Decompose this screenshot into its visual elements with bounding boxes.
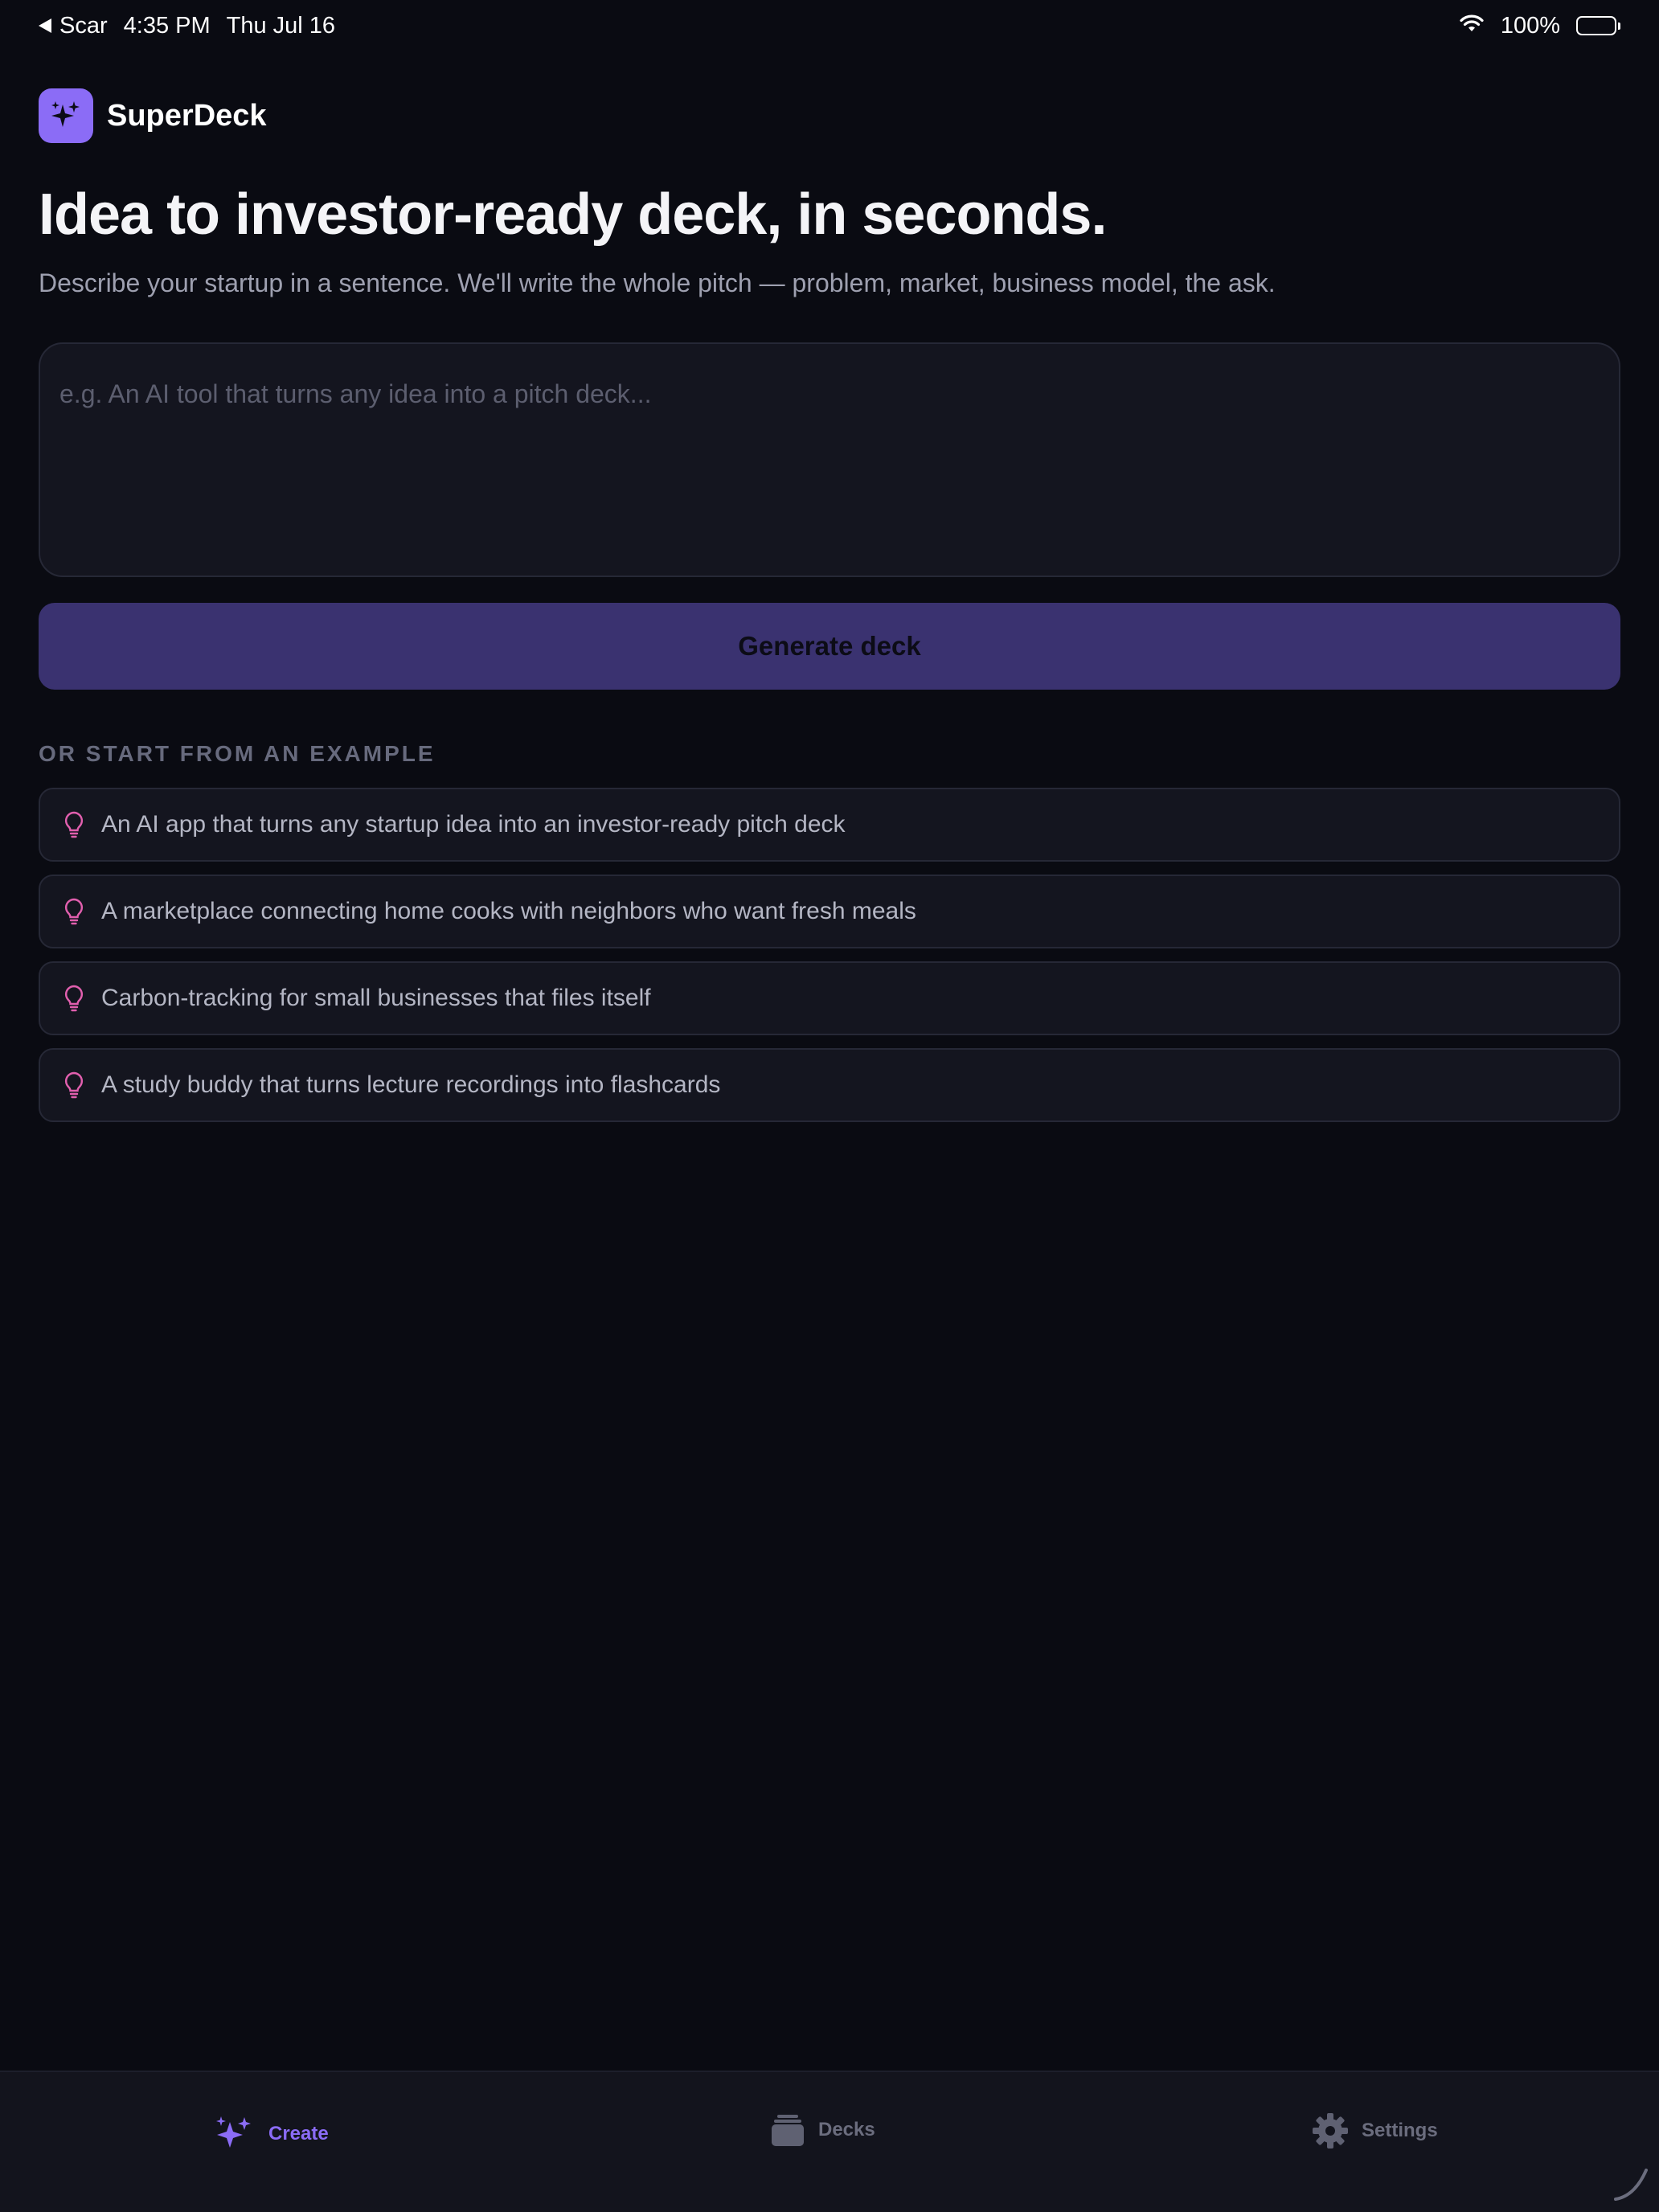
example-label: A study buddy that turns lecture recordi… [101, 1071, 721, 1098]
lightbulb-icon [63, 810, 85, 839]
example-item[interactable]: Carbon-tracking for small businesses tha… [39, 961, 1620, 1035]
tab-create[interactable]: Create [212, 2112, 329, 2156]
status-left: Scar 4:35 PM Thu Jul 16 [39, 13, 335, 39]
example-item[interactable]: A study buddy that turns lecture recordi… [39, 1048, 1620, 1122]
status-time: 4:35 PM [123, 12, 211, 39]
example-item[interactable]: An AI app that turns any startup idea in… [39, 788, 1620, 862]
page-subtitle: Describe your startup in a sentence. We'… [39, 268, 1276, 297]
page-title: Idea to investor-ready deck, in seconds. [39, 182, 1107, 247]
tab-decks[interactable]: Decks [770, 2112, 875, 2148]
lightbulb-icon [63, 897, 85, 926]
example-item[interactable]: A marketplace connecting home cooks with… [39, 875, 1620, 948]
example-label: An AI app that turns any startup idea in… [101, 811, 846, 838]
status-date: Thu Jul 16 [226, 12, 336, 39]
tab-settings-label: Settings [1362, 2120, 1438, 2141]
brand-header: SuperDeck [39, 88, 267, 143]
lightbulb-icon [63, 1071, 85, 1100]
sparkles-icon [212, 2112, 256, 2156]
battery-icon [1576, 16, 1620, 35]
status-bar: Scar 4:35 PM Thu Jul 16 100% [0, 0, 1659, 51]
tab-bar: Create Decks Settings [0, 2071, 1659, 2212]
tab-settings[interactable]: Settings [1312, 2112, 1438, 2149]
examples-list: An AI app that turns any startup idea in… [39, 788, 1620, 1135]
generate-deck-button[interactable]: Generate deck [39, 603, 1620, 690]
wifi-icon [1459, 13, 1485, 39]
example-label: A marketplace connecting home cooks with… [101, 898, 916, 924]
examples-heading: OR START FROM AN EXAMPLE [39, 741, 436, 766]
stack-icon [770, 2112, 805, 2148]
tab-decks-label: Decks [818, 2119, 875, 2140]
battery-percent: 100% [1500, 12, 1560, 39]
back-arrow-icon [39, 18, 51, 33]
resize-handle-icon [1611, 2164, 1651, 2204]
example-label: Carbon-tracking for small businesses tha… [101, 985, 651, 1011]
sparkles-icon [39, 88, 93, 143]
idea-input[interactable] [39, 342, 1620, 577]
brand-name: SuperDeck [107, 98, 267, 133]
status-right: 100% [1459, 13, 1620, 39]
back-to-app-button[interactable]: Scar [39, 13, 108, 39]
lightbulb-icon [63, 984, 85, 1013]
gear-icon [1312, 2112, 1349, 2149]
tab-create-label: Create [268, 2123, 329, 2144]
back-app-label: Scar [59, 12, 108, 39]
